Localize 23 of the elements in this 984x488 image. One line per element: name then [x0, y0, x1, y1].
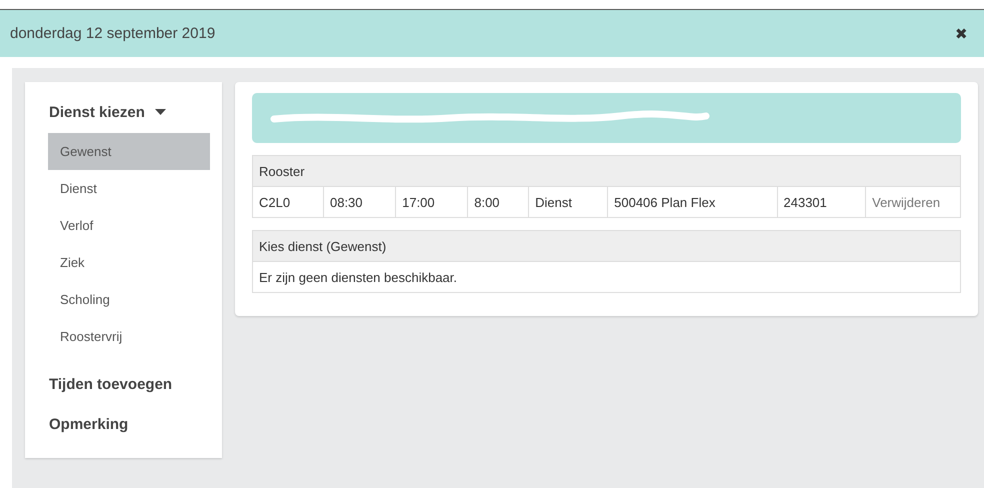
sidebar-item[interactable]: Dienst — [48, 170, 210, 207]
sidebar-item[interactable]: Scholing — [48, 281, 210, 318]
table-cell: 243301 — [777, 187, 866, 217]
panel-header: Rooster — [253, 156, 960, 187]
sidebar-item[interactable]: Gewenst — [48, 133, 210, 170]
sidebar-item[interactable]: Verlof — [48, 207, 210, 244]
panel-header: Kies dienst (Gewenst) — [253, 231, 960, 262]
section-header[interactable]: Tijden toevoegen — [49, 373, 172, 395]
table-cell: Dienst — [528, 187, 608, 217]
section-header[interactable]: Dienst kiezen — [49, 101, 166, 123]
close-button[interactable]: ✖ — [955, 24, 968, 42]
table-cell: 08:30 — [323, 187, 396, 217]
table-cell: 17:00 — [396, 187, 468, 217]
sidebar-item[interactable]: Roostervrij — [48, 318, 210, 355]
empty-message: Er zijn geen diensten beschikbaar. — [258, 268, 458, 287]
table-cell: 500406 Plan Flex — [608, 187, 778, 217]
sidebar-item[interactable]: Ziek — [48, 244, 210, 281]
delete-link[interactable]: Verwijderen — [866, 187, 960, 217]
table-cell: C2L0 — [253, 187, 324, 217]
caret-icon — [154, 109, 166, 115]
window-title: donderdag 12 september 2019 — [10, 25, 216, 42]
section-header[interactable]: Opmerking — [49, 413, 128, 435]
table-cell: 8:00 — [468, 187, 529, 217]
